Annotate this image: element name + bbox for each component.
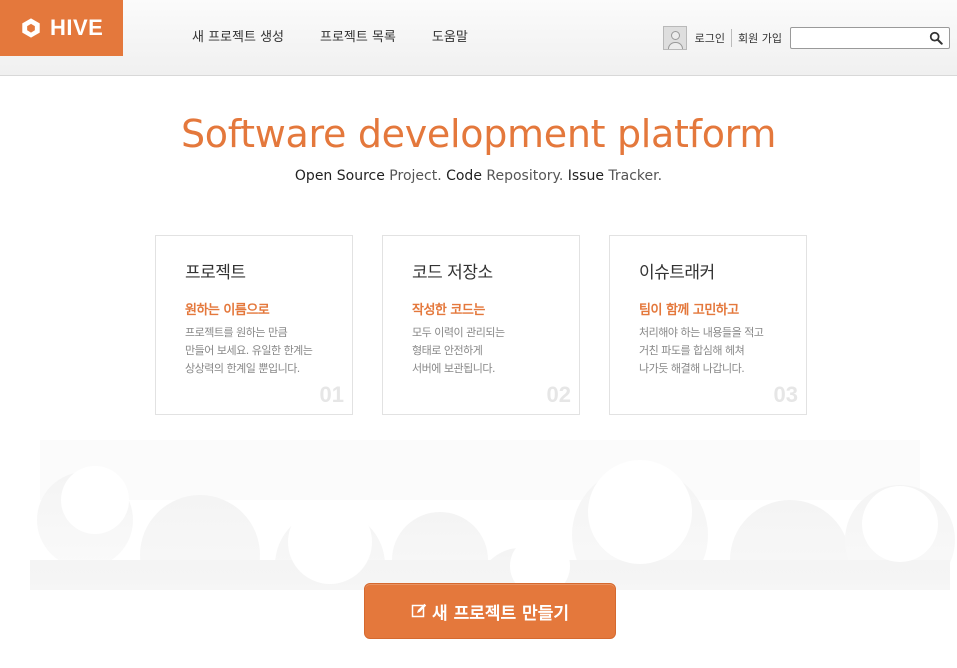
card-description: 처리해야 하는 내용들을 적고 거친 파도를 합심해 헤쳐 나가듯 해결해 나갑…	[639, 324, 806, 378]
avatar[interactable]	[662, 26, 687, 50]
logo[interactable]: HIVE	[0, 0, 123, 56]
logo-text: HIVE	[50, 15, 104, 40]
card-desc-line: 모두 이력이 관리되는	[412, 326, 505, 339]
card-desc-line: 형태로 안전하게	[412, 344, 483, 357]
signup-link[interactable]: 회원 가입	[738, 30, 782, 46]
card-desc-line: 프로젝트를 원하는 만큼	[185, 326, 288, 339]
card-number: 03	[773, 382, 798, 407]
card-desc-line: 처리해야 하는 내용들을 적고	[639, 326, 764, 339]
card-title: 코드 저장소	[412, 263, 493, 283]
card-subtitle: 원하는 이름으로	[185, 303, 270, 318]
card-desc-line: 나가듯 해결해 나갑니다.	[639, 362, 745, 375]
hero-subtitle-open-source: Open Source	[294, 168, 385, 184]
card-title: 프로젝트	[185, 263, 246, 283]
nav-help[interactable]: 도움말	[432, 26, 468, 45]
divider	[731, 29, 733, 47]
feature-card-repository: 코드 저장소 작성한 코드는 모두 이력이 관리되는 형태로 안전하게 서버에 …	[382, 235, 580, 415]
search-icon[interactable]	[929, 31, 943, 45]
new-project-button[interactable]: 새 프로젝트 만들기	[364, 583, 616, 639]
search-box	[790, 27, 950, 50]
card-subtitle: 작성한 코드는	[412, 303, 485, 318]
hero-subtitle-project: Project.	[384, 168, 447, 184]
nav-new-project[interactable]: 새 프로젝트 생성	[192, 26, 284, 45]
hero-subtitle-repository: Repository.	[481, 168, 568, 184]
nav-project-list[interactable]: 프로젝트 목록	[320, 26, 396, 45]
card-number: 01	[319, 382, 344, 407]
edit-icon	[411, 603, 427, 618]
card-desc-line: 서버에 보관됩니다.	[412, 362, 495, 375]
card-subtitle: 팀이 함께 고민하고	[639, 303, 739, 318]
avatar-head	[670, 31, 680, 40]
search-input[interactable]	[791, 29, 919, 50]
hero-subtitle-issue: Issue	[567, 168, 604, 184]
avatar-body	[667, 42, 683, 49]
feature-card-project: 프로젝트 원하는 이름으로 프로젝트를 원하는 만큼 만들어 보세요. 유일한 …	[155, 235, 353, 415]
hero-subtitle: Open Source Project. Code Repository. Is…	[0, 168, 957, 184]
header: HIVE 새 프로젝트 생성 프로젝트 목록 도움말 로그인 회원 가입	[0, 0, 957, 76]
card-desc-line: 만들어 보세요. 유일한 한계는	[185, 344, 313, 357]
card-desc-line: 상상력의 한계일 뿐입니다.	[185, 362, 300, 375]
card-description: 모두 이력이 관리되는 형태로 안전하게 서버에 보관됩니다.	[412, 324, 579, 378]
user-area: 로그인 회원 가입	[662, 26, 950, 50]
main-nav: 새 프로젝트 생성 프로젝트 목록 도움말	[192, 26, 504, 45]
hero-subtitle-tracker: Tracker.	[603, 168, 663, 184]
card-number: 02	[546, 382, 571, 407]
hero-title: Software development platform	[180, 112, 777, 156]
card-desc-line: 거친 파도를 합심해 헤쳐	[639, 344, 745, 357]
card-title: 이슈트래커	[639, 263, 715, 283]
new-project-button-label: 새 프로젝트 만들기	[432, 603, 569, 624]
hero-subtitle-code: Code	[446, 168, 482, 184]
login-link[interactable]: 로그인	[695, 30, 725, 46]
hexagon-logo-icon	[22, 18, 40, 38]
feature-card-issue-tracker: 이슈트래커 팀이 함께 고민하고 처리해야 하는 내용들을 적고 거친 파도를 …	[609, 235, 807, 415]
card-description: 프로젝트를 원하는 만큼 만들어 보세요. 유일한 한계는 상상력의 한계일 뿐…	[185, 324, 352, 378]
